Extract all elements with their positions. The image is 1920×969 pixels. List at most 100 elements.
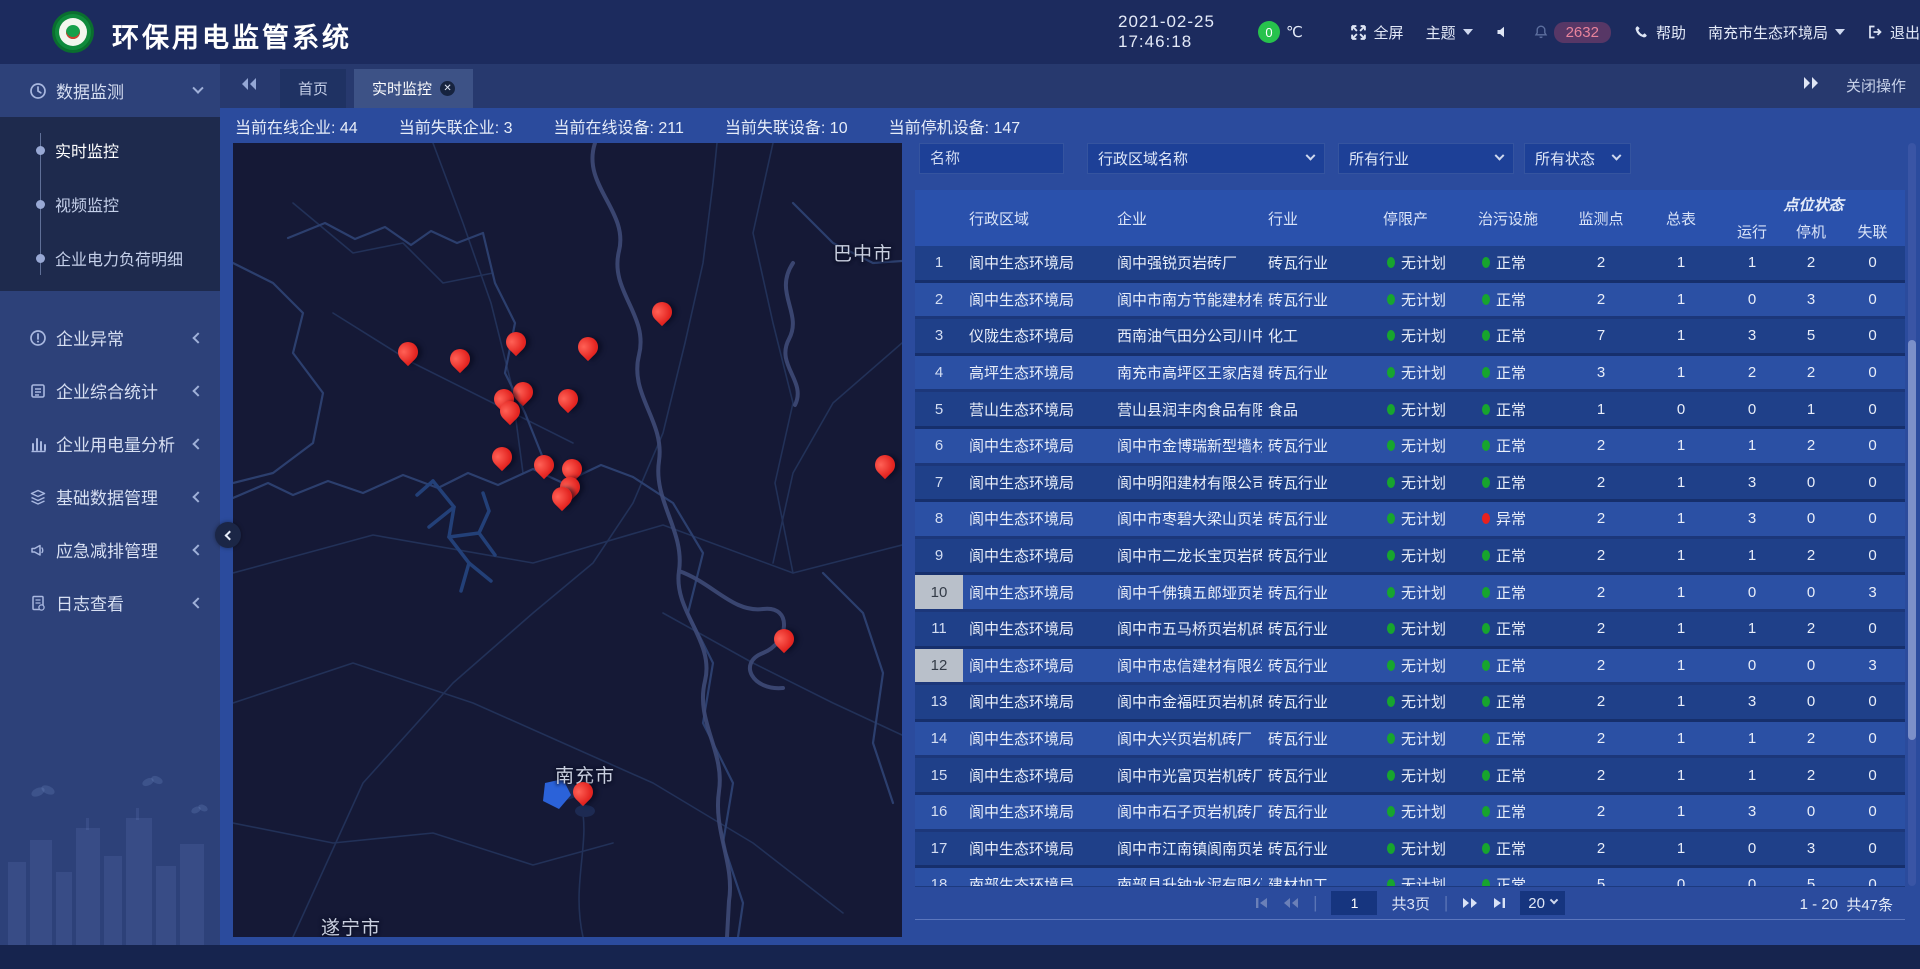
page-scrollbar-thumb[interactable]	[1908, 340, 1916, 740]
table-row[interactable]: 16阆中生态环境局阆中市石子页岩机砖厂砖瓦行业无计划正常21300	[915, 795, 1905, 832]
run-cell: 0	[1722, 649, 1782, 683]
status-dot	[1387, 623, 1395, 634]
status-filter-select[interactable]: 所有状态	[1524, 143, 1631, 174]
chevron-left-icon	[225, 530, 235, 540]
tabs-scroll-left-button[interactable]	[240, 77, 258, 96]
run-cell: 3	[1722, 795, 1782, 829]
region-cell: 阆中生态环境局	[963, 466, 1111, 500]
company-cell: 阆中强锐页岩砖厂	[1111, 246, 1262, 280]
pollution-facility-cell: 正常	[1472, 832, 1562, 866]
row-index-cell: 12	[915, 649, 963, 683]
monitor-cell: 2	[1562, 649, 1640, 683]
sidebar-item-5[interactable]: 应急减排管理	[0, 523, 220, 576]
prev-page-button[interactable]	[1283, 897, 1299, 909]
fullscreen-button[interactable]: 全屏	[1350, 22, 1404, 43]
chevron-left-icon	[192, 438, 203, 449]
theme-dropdown[interactable]: 主题	[1426, 22, 1473, 43]
industry-cell: 砖瓦行业	[1262, 502, 1377, 536]
close-operations-button[interactable]: 关闭操作	[1846, 75, 1906, 96]
status-dot	[1387, 257, 1395, 268]
sidebar-item-3[interactable]: 企业用电量分析	[0, 417, 220, 470]
datetime: 2021-02-25 17:46:18	[1118, 12, 1236, 52]
status-dot	[1387, 770, 1395, 781]
table-row[interactable]: 1阆中生态环境局阆中强锐页岩砖厂砖瓦行业无计划正常21120	[915, 246, 1905, 283]
industry-filter-select[interactable]: 所有行业	[1338, 143, 1514, 174]
sidebar-item-6[interactable]: 日志查看	[0, 576, 220, 629]
total-cell: 1	[1640, 722, 1722, 756]
table-row[interactable]: 12阆中生态环境局阆中市忠信建材有限公砖瓦行业无计划正常21003	[915, 649, 1905, 686]
region-filter-select[interactable]: 行政区域名称	[1087, 143, 1325, 174]
total-cell: 1	[1640, 758, 1722, 792]
sidebar-subitem[interactable]: 企业电力负荷明细	[0, 231, 220, 285]
page-number-input[interactable]	[1331, 891, 1377, 915]
status-dot	[1387, 550, 1395, 561]
status-dot	[1387, 843, 1395, 854]
total-cell: 1	[1640, 832, 1722, 866]
notification-area[interactable]: 2632	[1533, 22, 1611, 43]
sidebar-item-2[interactable]: 企业综合统计	[0, 364, 220, 417]
page-size-select[interactable]: 20	[1520, 891, 1565, 915]
table-row[interactable]: 2阆中生态环境局阆中市南方节能建材有砖瓦行业无计划正常21030	[915, 283, 1905, 320]
status-label: 正常	[1496, 545, 1526, 566]
industry-cell: 砖瓦行业	[1262, 758, 1377, 792]
table-row[interactable]: 3仪陇生态环境局西南油气田分公司川中化工无计划正常71350	[915, 319, 1905, 356]
table-row[interactable]: 17阆中生态环境局阆中市江南镇阆南页岩砖瓦行业无计划正常21030	[915, 832, 1905, 869]
last-page-button[interactable]	[1492, 897, 1506, 909]
status-dot	[1387, 660, 1395, 671]
sidebar-item-4[interactable]: 基础数据管理	[0, 470, 220, 523]
status-label: 正常	[1496, 289, 1526, 310]
table-row[interactable]: 8阆中生态环境局阆中市枣碧大梁山页岩砖瓦行业无计划异常21300	[915, 502, 1905, 539]
table-row[interactable]: 10阆中生态环境局阆中千佛镇五郎垭页岩砖瓦行业无计划正常21003	[915, 575, 1905, 612]
lost-cell: 0	[1840, 758, 1905, 792]
top-header: 环保用电监管系统 2021-02-25 17:46:18 0 ℃ 全屏 主题 2…	[0, 0, 1920, 64]
row-index-cell: 4	[915, 356, 963, 390]
sidebar-subitem[interactable]: 视频监控	[0, 177, 220, 231]
help-button[interactable]: 帮助	[1633, 22, 1686, 43]
app-window: 环保用电监管系统 2021-02-25 17:46:18 0 ℃ 全屏 主题 2…	[0, 0, 1920, 969]
tabs-scroll-right-button[interactable]	[1802, 76, 1820, 95]
table-row[interactable]: 5营山生态环境局营山县润丰肉食品有限食品无计划正常10010	[915, 392, 1905, 429]
table-row[interactable]: 6阆中生态环境局阆中市金博瑞新型墙材砖瓦行业无计划正常21120	[915, 429, 1905, 466]
row-index-cell: 16	[915, 795, 963, 829]
layers-icon	[29, 488, 47, 506]
sidebar-item-1[interactable]: 企业异常	[0, 311, 220, 364]
table-row[interactable]: 15阆中生态环境局阆中市光富页岩机砖厂砖瓦行业无计划正常21120	[915, 758, 1905, 795]
table-row[interactable]: 13阆中生态环境局阆中市金福旺页岩机砖砖瓦行业无计划正常21300	[915, 685, 1905, 722]
sidebar-item-label: 企业异常	[56, 325, 194, 350]
table-row[interactable]: 14阆中生态环境局阆中大兴页岩机砖厂砖瓦行业无计划正常21120	[915, 722, 1905, 759]
logout-button[interactable]: 退出	[1867, 22, 1920, 43]
tab-realtime-monitor[interactable]: 实时监控 ✕	[354, 69, 473, 108]
sidebar-submenu: 实时监控视频监控企业电力负荷明细	[0, 117, 220, 291]
table-row[interactable]: 4高坪生态环境局南充市高坪区王家店建砖瓦行业无计划正常31220	[915, 356, 1905, 393]
monitor-cell: 2	[1562, 429, 1640, 463]
status-dot	[1482, 367, 1490, 378]
company-cell: 阆中明阳建材有限公司	[1111, 466, 1262, 500]
stats-bar: 当前在线企业: 44当前失联企业: 3当前在线设备: 211当前失联设备: 10…	[220, 108, 1920, 143]
map-panel-collapse-button[interactable]	[215, 522, 241, 548]
tab-close-icon[interactable]: ✕	[440, 81, 455, 96]
mute-button[interactable]	[1495, 24, 1511, 40]
org-dropdown[interactable]: 南充市生态环境局	[1708, 22, 1845, 43]
lost-cell: 0	[1840, 283, 1905, 317]
sidebar-item-0[interactable]: 数据监测	[0, 64, 220, 117]
lost-cell: 0	[1840, 502, 1905, 536]
table-row[interactable]: 9阆中生态环境局阆中市二龙长宝页岩砖砖瓦行业无计划正常21120	[915, 539, 1905, 576]
next-page-button[interactable]	[1462, 897, 1478, 909]
sidebar-subitem[interactable]: 实时监控	[0, 123, 220, 177]
tab-home[interactable]: 首页	[280, 69, 346, 108]
row-index-cell: 3	[915, 319, 963, 353]
monitor-cell: 2	[1562, 466, 1640, 500]
company-cell: 阆中市金博瑞新型墙材	[1111, 429, 1262, 463]
lost-cell: 0	[1840, 832, 1905, 866]
first-page-button[interactable]	[1255, 897, 1269, 909]
halt-cell: 0	[1782, 649, 1840, 683]
halt-cell: 3	[1782, 283, 1840, 317]
map-canvas[interactable]: 巴中市南充市遂宁市	[233, 143, 902, 937]
status-label: 无计划	[1401, 728, 1446, 749]
table-row[interactable]: 11阆中生态环境局阆中市五马桥页岩机砖砖瓦行业无计划正常21120	[915, 612, 1905, 649]
table-row[interactable]: 7阆中生态环境局阆中明阳建材有限公司砖瓦行业无计划正常21300	[915, 466, 1905, 503]
table-row[interactable]: 18南部生态环境局南部县升钟水泥有限公建材加工无计划正常50050	[915, 868, 1905, 886]
page-scrollbar-track[interactable]	[1908, 143, 1916, 886]
halt-cell: 2	[1782, 356, 1840, 390]
name-filter-input[interactable]	[930, 150, 1053, 167]
